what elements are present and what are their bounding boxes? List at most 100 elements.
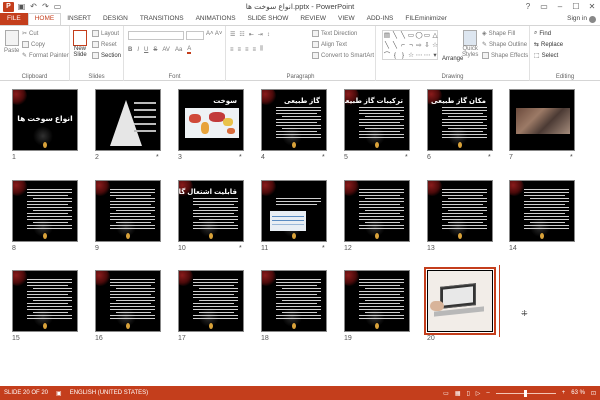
numbering-icon[interactable]: ☷: [239, 31, 244, 38]
curve-shape-icon[interactable]: {: [391, 51, 399, 61]
slide-sorter-view-icon[interactable]: ▦: [455, 390, 461, 397]
char-spacing-icon[interactable]: AV: [162, 47, 170, 53]
normal-view-icon[interactable]: ▭: [443, 390, 449, 397]
slide-thumbnail-8[interactable]: [12, 180, 78, 242]
sign-in[interactable]: Sign in: [567, 13, 600, 25]
format-painter-button[interactable]: ✎ Format Painter: [22, 52, 69, 60]
tab-home[interactable]: HOME: [27, 13, 62, 25]
font-color-icon[interactable]: A: [187, 46, 192, 54]
minimize-button[interactable]: –: [552, 0, 568, 13]
slide-thumbnail-12[interactable]: [344, 180, 410, 242]
slide-thumbnail-4[interactable]: گاز طبیعی: [261, 89, 327, 151]
slide-thumbnail-15[interactable]: [12, 270, 78, 332]
start-from-beginning-icon[interactable]: ▭: [53, 1, 62, 13]
slide-thumbnail-5[interactable]: ترکیبات گاز طبیعی: [344, 89, 410, 151]
text-direction-button[interactable]: Text Direction: [312, 30, 357, 37]
zoom-in-icon[interactable]: +: [562, 390, 566, 396]
shape-effects-button[interactable]: Shape Effects: [482, 52, 528, 59]
zoom-slider[interactable]: [495, 389, 556, 397]
select-button[interactable]: ⬚ Select: [534, 52, 558, 60]
tab-animations[interactable]: ANIMATIONS: [190, 13, 242, 25]
animation-star-icon[interactable]: *: [239, 245, 242, 252]
tab-slide-show[interactable]: SLIDE SHOW: [242, 13, 295, 25]
gallery-expand-icon[interactable]: ▾: [431, 51, 439, 61]
rectangle-shape-icon[interactable]: ▭: [423, 31, 431, 41]
zoom-out-icon[interactable]: –: [486, 390, 489, 396]
increase-indent-icon[interactable]: ⇥: [258, 31, 263, 38]
slide-thumbnail-9[interactable]: [95, 180, 161, 242]
underline-icon[interactable]: U: [144, 47, 148, 53]
section-button[interactable]: Section: [92, 52, 121, 59]
slide-thumbnail-18[interactable]: [261, 270, 327, 332]
alignment-buttons[interactable]: ≡ ≡ ≡ ≡ ⫼: [230, 46, 263, 53]
columns-icon[interactable]: ⫼: [260, 46, 263, 53]
slide-thumbnail-17[interactable]: [178, 270, 244, 332]
line-shape-icon[interactable]: ╲: [391, 31, 399, 41]
align-text-button[interactable]: Align Text: [312, 41, 347, 48]
curve-shape-icon[interactable]: ⌒: [383, 51, 391, 61]
reset-button[interactable]: Reset: [92, 41, 117, 48]
justify-icon[interactable]: ≡: [253, 47, 257, 53]
undo-icon[interactable]: ↶: [29, 1, 38, 13]
grow-shrink-font-buttons[interactable]: A˄ A˅: [206, 31, 222, 37]
star-shape-icon[interactable]: ☆: [431, 41, 439, 51]
slide-thumbnail-6[interactable]: مکان گاز طبیعی: [427, 89, 493, 151]
text-box-shape-icon[interactable]: ▤: [383, 31, 391, 41]
tab-fileminimizer[interactable]: FILEminimizer: [399, 13, 453, 25]
rectangle-shape-icon[interactable]: ▭: [407, 31, 415, 41]
slide-thumbnail-20[interactable]: [424, 267, 496, 335]
line-spacing-icon[interactable]: ↕: [267, 32, 270, 38]
slide-thumbnail-14[interactable]: [509, 180, 575, 242]
oval-shape-icon[interactable]: ◯: [415, 31, 423, 41]
save-icon[interactable]: ▣: [17, 1, 26, 13]
close-button[interactable]: ✕: [584, 0, 600, 13]
bold-icon[interactable]: B: [128, 47, 132, 53]
font-name-box[interactable]: [128, 31, 184, 40]
maximize-button[interactable]: ☐: [568, 0, 584, 13]
italic-icon[interactable]: I: [137, 47, 139, 53]
arrow-shape-icon[interactable]: ⇩: [423, 41, 431, 51]
slide-thumbnail-11[interactable]: [261, 180, 327, 242]
ribbon-display-options-button[interactable]: ▭: [536, 0, 552, 13]
align-right-icon[interactable]: ≡: [245, 47, 249, 53]
cut-button[interactable]: ✂ Cut: [22, 30, 38, 38]
animation-star-icon[interactable]: *: [405, 154, 408, 161]
reading-view-icon[interactable]: ▯: [466, 390, 469, 397]
slide-thumbnail-1[interactable]: انواع سوخت ها: [12, 89, 78, 151]
tab-design[interactable]: DESIGN: [97, 13, 134, 25]
animation-star-icon[interactable]: *: [322, 154, 325, 161]
new-slide-button[interactable]: New Slide: [73, 30, 87, 58]
connector-shape-icon[interactable]: ⌐: [399, 41, 407, 51]
slide-thumbnail-16[interactable]: [95, 270, 161, 332]
tab-review[interactable]: REVIEW: [294, 13, 332, 25]
list-buttons[interactable]: ☰ ☷ ⇤ ⇥ ↕: [230, 31, 270, 39]
star-shape-icon[interactable]: ☆: [407, 51, 415, 61]
tab-transitions[interactable]: TRANSITIONS: [134, 13, 190, 25]
shape-outline-button[interactable]: ✎ Shape Outline: [482, 41, 527, 49]
redo-icon[interactable]: ↷: [41, 1, 50, 13]
animation-star-icon[interactable]: *: [570, 154, 573, 161]
slide-thumbnail-2[interactable]: [95, 89, 161, 151]
slide-thumbnail-10[interactable]: قابلیت اشتعال گاز طبیعی: [178, 180, 244, 242]
align-center-icon[interactable]: ≡: [238, 47, 242, 53]
replace-button[interactable]: ⇆ Replace: [534, 41, 563, 49]
animation-star-icon[interactable]: *: [488, 154, 491, 161]
slide-thumbnail-19[interactable]: [344, 270, 410, 332]
convert-smartart-button[interactable]: Convert to SmartArt: [312, 52, 374, 59]
line-shape-icon[interactable]: ╲: [399, 31, 407, 41]
line-shape-icon[interactable]: ╲: [391, 41, 399, 51]
arrow-shape-icon[interactable]: ⇨: [415, 41, 423, 51]
font-format-buttons[interactable]: B I U S AV Aa A: [128, 46, 192, 54]
paste-button[interactable]: Paste: [4, 30, 19, 54]
strikethrough-icon[interactable]: S: [153, 47, 157, 53]
tab-view[interactable]: VIEW: [332, 13, 361, 25]
tab-insert[interactable]: INSERT: [61, 13, 97, 25]
slide-thumbnail-7[interactable]: [509, 89, 575, 151]
help-button[interactable]: ?: [520, 0, 536, 13]
spell-check-icon[interactable]: ▣: [52, 390, 66, 397]
curve-shape-icon[interactable]: }: [399, 51, 407, 61]
animation-star-icon[interactable]: *: [156, 154, 159, 161]
slide-thumbnail-3[interactable]: سوخت: [178, 89, 244, 151]
shape-fill-button[interactable]: ◈ Shape Fill: [482, 30, 515, 38]
animation-star-icon[interactable]: *: [322, 245, 325, 252]
